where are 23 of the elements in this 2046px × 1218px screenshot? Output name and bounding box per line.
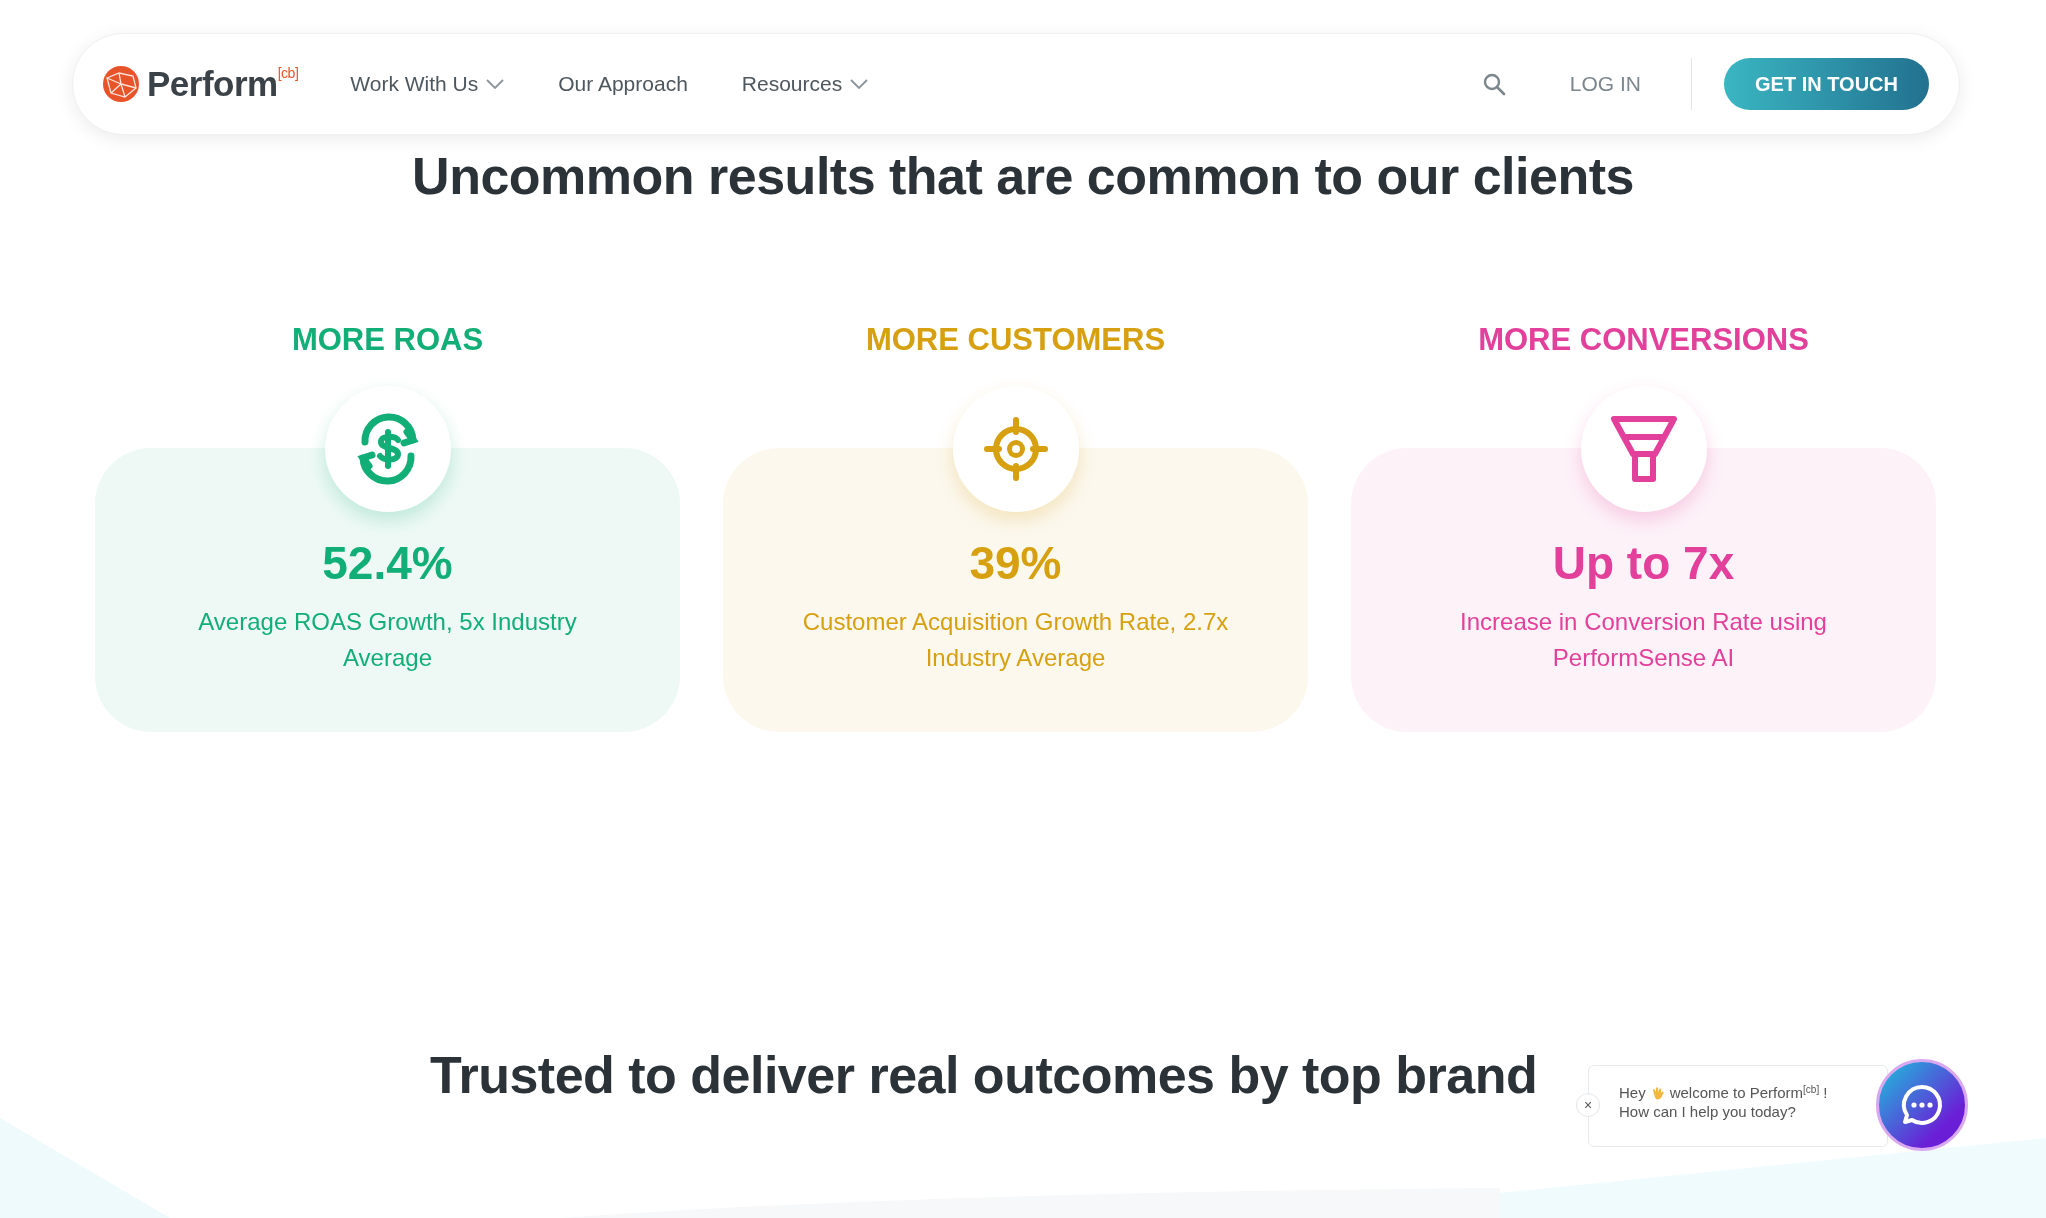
stat-value: 52.4%: [322, 539, 453, 586]
login-link[interactable]: LOG IN: [1563, 67, 1648, 101]
stat-title: MORE CUSTOMERS: [865, 321, 1166, 360]
section-heading: Trusted to deliver real outcomes by top brand: [430, 1044, 1538, 1106]
greeting-text: Hey: [1619, 1084, 1646, 1103]
globe-logo-icon: [103, 66, 139, 102]
nav-link[interactable]: Work With Us: [350, 68, 505, 100]
search-icon[interactable]: [1481, 72, 1506, 96]
stat-title: MORE CONVERSIONS: [1478, 321, 1809, 360]
logo-text[interactable]: Perform$^{[cb]}$: [147, 57, 299, 111]
nav-link[interactable]: Resources: [741, 68, 869, 100]
stat-value: 39%: [969, 539, 1062, 586]
stat-description: Average ROAS Growth, 5x Industry Average: [197, 606, 578, 673]
chat-question: How can I help you today?: [1619, 1102, 1797, 1122]
close-button[interactable]: ×: [1576, 1093, 1600, 1117]
nav-link[interactable]: Our Approach: [558, 68, 688, 100]
chevron-icon: [850, 79, 869, 89]
greeting-text: welcome to Perform$^{[cb]}$ !: [1669, 1084, 1828, 1103]
stat-description: Customer Acquisition Growth Rate, 2.7x Industry Average: [801, 606, 1230, 673]
stat-description: Increase in Conversion Rate using PerformSense AI: [1459, 606, 1828, 673]
chevron-icon: [486, 79, 505, 89]
section-heading: Uncommon results that are common to our clients: [411, 146, 1635, 207]
stat-title: MORE ROAS: [291, 321, 484, 360]
